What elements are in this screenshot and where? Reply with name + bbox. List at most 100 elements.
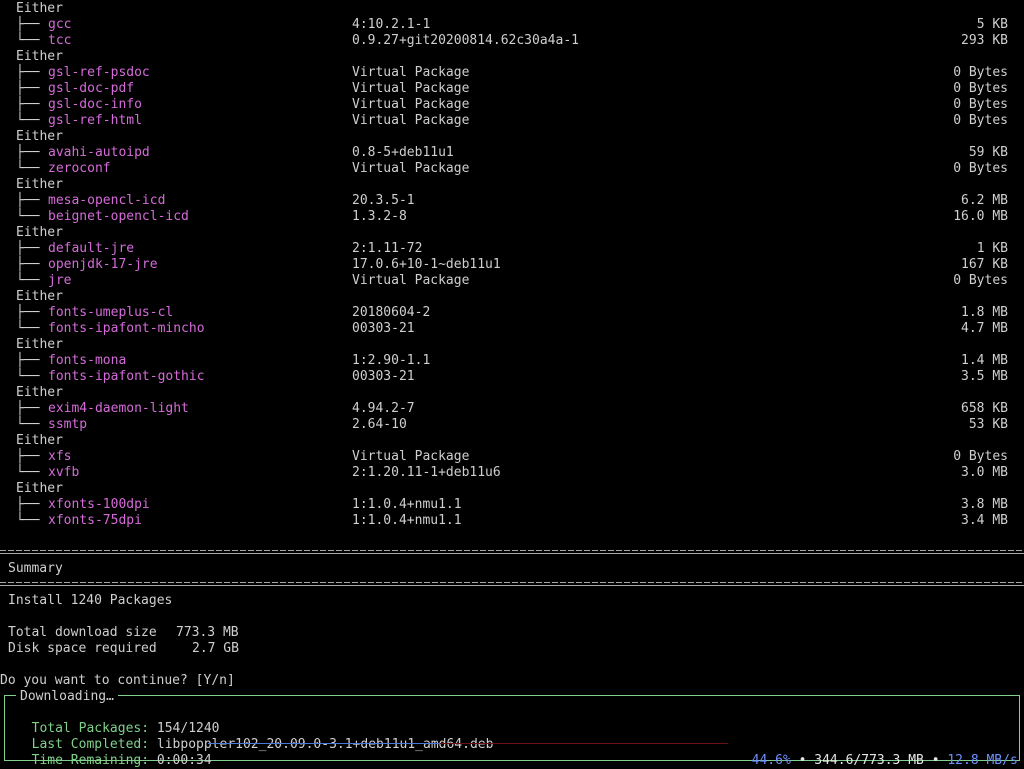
package-row: ├── avahi-autoipd 0.8-5+deb11u1 59 KB: [0, 145, 1024, 161]
package-row: ├── gsl-doc-info Virtual Package 0 Bytes: [0, 97, 1024, 113]
package-version: 20180604-2: [352, 305, 431, 320]
tree-branch: └──: [16, 465, 40, 480]
package-name: exim4-daemon-light: [48, 401, 189, 416]
package-size: 293 KB: [961, 33, 1008, 48]
either-group-label: Either: [0, 129, 1024, 145]
group-label-text: Either: [16, 289, 63, 304]
package-size: 1.8 MB: [961, 305, 1008, 320]
package-version: 1:1.0.4+nmu1.1: [352, 497, 462, 512]
package-row: ├── mesa-opencl-icd 20.3.5-1 6.2 MB: [0, 193, 1024, 209]
package-version: 2.64-10: [352, 417, 407, 432]
package-row: └── gsl-ref-html Virtual Package 0 Bytes: [0, 113, 1024, 129]
either-group-label: Either: [0, 49, 1024, 65]
package-version: Virtual Package: [352, 113, 470, 128]
package-name: ssmtp: [48, 417, 88, 432]
package-version: 1:1.0.4+nmu1.1: [352, 513, 462, 528]
last-completed-row: Last Completed: libpoppler102_20.09.0-3.…: [16, 721, 494, 752]
package-size: 3.5 MB: [961, 369, 1008, 384]
package-row: ├── fonts-mona 1:2.90-1.1 1.4 MB: [0, 353, 1024, 369]
package-size: 0 Bytes: [953, 449, 1008, 464]
package-size: 0 Bytes: [953, 273, 1008, 288]
group-label-text: Either: [16, 385, 63, 400]
group-label-text: Either: [16, 481, 63, 496]
package-version: 2:1.20.11-1+deb11u6: [352, 465, 501, 480]
either-group-label: Either: [0, 433, 1024, 449]
downloading-title: Downloading…: [16, 689, 118, 705]
tree-branch: └──: [16, 273, 40, 288]
disk-space-label: Disk space required: [8, 641, 157, 656]
package-row: └── fonts-ipafont-gothic 00303-21 3.5 MB: [0, 369, 1024, 385]
package-name: xvfb: [48, 465, 80, 480]
package-name: fonts-ipafont-mincho: [48, 321, 205, 336]
package-name: gcc: [48, 17, 72, 32]
package-row: └── jre Virtual Package 0 Bytes: [0, 273, 1024, 289]
either-group-label: Either: [0, 1, 1024, 17]
package-row: ├── default-jre 2:1.11-72 1 KB: [0, 241, 1024, 257]
group-label-text: Either: [16, 129, 63, 144]
tree-branch: └──: [16, 321, 40, 336]
total-packages-row: Total Packages: 154/1240: [16, 705, 220, 736]
either-group-label: Either: [0, 289, 1024, 305]
package-name: gsl-ref-psdoc: [48, 65, 150, 80]
tree-branch: ├──: [16, 497, 40, 512]
download-size-value: 773.3 MB: [176, 625, 239, 640]
package-name: gsl-ref-html: [48, 113, 142, 128]
group-label-text: Either: [16, 1, 63, 16]
package-size: 0 Bytes: [953, 81, 1008, 96]
tree-branch: ├──: [16, 17, 40, 32]
package-name: mesa-opencl-icd: [48, 193, 166, 208]
package-version: 0.9.27+git20200814.62c30a4a-1: [352, 33, 579, 48]
package-version: 00303-21: [352, 369, 415, 384]
tree-branch: └──: [16, 513, 40, 528]
summary-title: Summary: [8, 561, 63, 576]
tree-branch: ├──: [16, 193, 40, 208]
package-row: ├── fonts-umeplus-cl 20180604-2 1.8 MB: [0, 305, 1024, 321]
package-row: └── ssmtp 2.64-10 53 KB: [0, 417, 1024, 433]
package-name: xfonts-75dpi: [48, 513, 142, 528]
package-size: 3.0 MB: [961, 465, 1008, 480]
package-version: Virtual Package: [352, 65, 470, 80]
package-size: 59 KB: [968, 145, 1008, 160]
group-label-text: Either: [16, 337, 63, 352]
summary-top-rule: [0, 548, 1024, 556]
package-row: ├── gsl-ref-psdoc Virtual Package 0 Bytes: [0, 65, 1024, 81]
package-name: avahi-autoipd: [48, 145, 150, 160]
tree-branch: └──: [16, 33, 40, 48]
package-version: 00303-21: [352, 321, 415, 336]
package-size: 3.8 MB: [961, 497, 1008, 512]
package-version: 4:10.2.1-1: [352, 17, 431, 32]
package-version: 17.0.6+10-1~deb11u1: [352, 257, 501, 272]
progress-stats: 44.6% • 344.6/773.3 MB • 12.8 MB/s: [736, 737, 1018, 768]
package-name: xfs: [48, 449, 72, 464]
tree-branch: ├──: [16, 449, 40, 464]
package-size: 1.4 MB: [961, 353, 1008, 368]
tree-branch: ├──: [16, 65, 40, 80]
group-label-text: Either: [16, 49, 63, 64]
tree-branch: ├──: [16, 353, 40, 368]
package-name: gsl-doc-pdf: [48, 81, 135, 96]
tree-branch: ├──: [16, 97, 40, 112]
package-row: ├── exim4-daemon-light 4.94.2-7 658 KB: [0, 401, 1024, 417]
time-remaining-value: 0:00:34: [156, 753, 212, 768]
group-label-text: Either: [16, 433, 63, 448]
package-version: 4.94.2-7: [352, 401, 415, 416]
download-progress-fill: [208, 743, 440, 744]
package-row: └── fonts-ipafont-mincho 00303-21 4.7 MB: [0, 321, 1024, 337]
continue-prompt[interactable]: Do you want to continue? [Y/n]: [0, 673, 235, 689]
package-size: 167 KB: [961, 257, 1008, 272]
package-size: 658 KB: [961, 401, 1008, 416]
package-version: Virtual Package: [352, 273, 470, 288]
tree-branch: ├──: [16, 241, 40, 256]
package-row: ├── gcc 4:10.2.1-1 5 KB: [0, 17, 1024, 33]
package-name: openjdk-17-jre: [48, 257, 158, 272]
package-size: 53 KB: [968, 417, 1008, 432]
package-name: zeroconf: [48, 161, 111, 176]
tree-branch: ├──: [16, 81, 40, 96]
stats-separator-2: •: [931, 753, 940, 768]
package-row: └── xvfb 2:1.20.11-1+deb11u6 3.0 MB: [0, 465, 1024, 481]
package-size: 0 Bytes: [953, 65, 1008, 80]
either-group-label: Either: [0, 385, 1024, 401]
package-name: beignet-opencl-icd: [48, 209, 189, 224]
package-name: fonts-umeplus-cl: [48, 305, 174, 320]
package-size: 0 Bytes: [953, 113, 1008, 128]
